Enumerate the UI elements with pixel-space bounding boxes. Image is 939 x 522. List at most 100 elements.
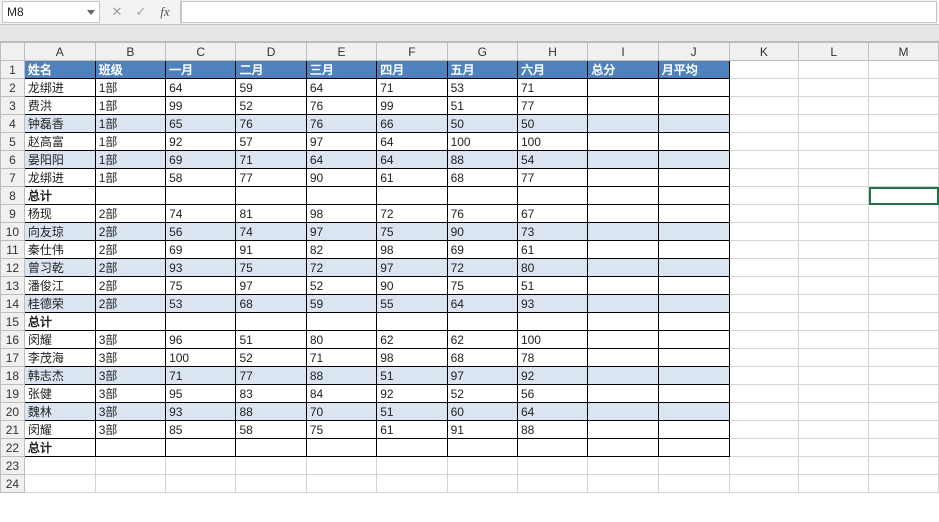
cell-I1[interactable]: 总分 [588, 61, 658, 79]
cell-H14[interactable]: 93 [517, 295, 587, 313]
row-header-17[interactable]: 17 [1, 349, 25, 367]
cell-C1[interactable]: 一月 [166, 61, 236, 79]
row-header-11[interactable]: 11 [1, 241, 25, 259]
cell-D4[interactable]: 76 [236, 115, 306, 133]
cell-I15[interactable] [588, 313, 658, 331]
cell-M21[interactable] [869, 421, 939, 439]
cell-J1[interactable]: 月平均 [658, 61, 729, 79]
cell-C20[interactable]: 93 [166, 403, 236, 421]
cell-K12[interactable] [729, 259, 799, 277]
cell-B20[interactable]: 3部 [95, 403, 165, 421]
cell-E11[interactable]: 82 [306, 241, 376, 259]
cell-G16[interactable]: 62 [447, 331, 517, 349]
cell-M12[interactable] [869, 259, 939, 277]
cell-C21[interactable]: 85 [166, 421, 236, 439]
cell-G14[interactable]: 64 [447, 295, 517, 313]
cell-F18[interactable]: 51 [377, 367, 447, 385]
cell-A10[interactable]: 向友琼 [24, 223, 95, 241]
cell-I9[interactable] [588, 205, 658, 223]
cell-G19[interactable]: 52 [447, 385, 517, 403]
cancel-button[interactable]: ✕ [106, 2, 128, 22]
cell-C6[interactable]: 69 [166, 151, 236, 169]
cell-H21[interactable]: 88 [517, 421, 587, 439]
cell-I14[interactable] [588, 295, 658, 313]
cell-I11[interactable] [588, 241, 658, 259]
cell-D12[interactable]: 75 [236, 259, 306, 277]
cell-D9[interactable]: 81 [236, 205, 306, 223]
cell-J10[interactable] [658, 223, 729, 241]
cell-A20[interactable]: 魏林 [24, 403, 95, 421]
cell-B6[interactable]: 1部 [95, 151, 165, 169]
cell-C11[interactable]: 69 [166, 241, 236, 259]
cell-C16[interactable]: 96 [166, 331, 236, 349]
cell-H5[interactable]: 100 [517, 133, 587, 151]
row-header-10[interactable]: 10 [1, 223, 25, 241]
row-header-4[interactable]: 4 [1, 115, 25, 133]
cell-D15[interactable] [236, 313, 306, 331]
cell-B9[interactable]: 2部 [95, 205, 165, 223]
cell-A22[interactable]: 总计 [24, 439, 95, 457]
column-header-B[interactable]: B [95, 43, 165, 61]
cell-B10[interactable]: 2部 [95, 223, 165, 241]
cell-J9[interactable] [658, 205, 729, 223]
cell-H13[interactable]: 51 [517, 277, 587, 295]
cell-B11[interactable]: 2部 [95, 241, 165, 259]
cell-G3[interactable]: 51 [447, 97, 517, 115]
cell-A16[interactable]: 闵耀 [24, 331, 95, 349]
cell-M16[interactable] [869, 331, 939, 349]
cell-M8[interactable] [869, 187, 939, 205]
cell-A6[interactable]: 晏阳阳 [24, 151, 95, 169]
row-header-7[interactable]: 7 [1, 169, 25, 187]
cell-G8[interactable] [447, 187, 517, 205]
cell-I17[interactable] [588, 349, 658, 367]
row-header-21[interactable]: 21 [1, 421, 25, 439]
cell-M17[interactable] [869, 349, 939, 367]
cell-A9[interactable]: 杨现 [24, 205, 95, 223]
column-header-A[interactable]: A [24, 43, 95, 61]
cell-M6[interactable] [869, 151, 939, 169]
cell-M5[interactable] [869, 133, 939, 151]
column-header-H[interactable]: H [517, 43, 587, 61]
cell-F1[interactable]: 四月 [377, 61, 447, 79]
cell-L13[interactable] [799, 277, 869, 295]
cell-L6[interactable] [799, 151, 869, 169]
name-box[interactable]: M8 [2, 1, 100, 23]
cell-F2[interactable]: 71 [377, 79, 447, 97]
cell-C8[interactable] [166, 187, 236, 205]
cell-D7[interactable]: 77 [236, 169, 306, 187]
cell-B4[interactable]: 1部 [95, 115, 165, 133]
cell-H1[interactable]: 六月 [517, 61, 587, 79]
cell-K1[interactable] [729, 61, 799, 79]
row-header-5[interactable]: 5 [1, 133, 25, 151]
cell-D16[interactable]: 51 [236, 331, 306, 349]
cell-B19[interactable]: 3部 [95, 385, 165, 403]
cell-H24[interactable] [517, 475, 587, 493]
cell-L2[interactable] [799, 79, 869, 97]
cell-F6[interactable]: 64 [377, 151, 447, 169]
cell-L23[interactable] [799, 457, 869, 475]
cell-J7[interactable] [658, 169, 729, 187]
cell-G22[interactable] [447, 439, 517, 457]
cell-B2[interactable]: 1部 [95, 79, 165, 97]
cell-A19[interactable]: 张健 [24, 385, 95, 403]
cell-E7[interactable]: 90 [306, 169, 376, 187]
cell-H8[interactable] [517, 187, 587, 205]
column-header-D[interactable]: D [236, 43, 306, 61]
cell-H10[interactable]: 73 [517, 223, 587, 241]
row-header-24[interactable]: 24 [1, 475, 25, 493]
cell-H12[interactable]: 80 [517, 259, 587, 277]
cell-F11[interactable]: 98 [377, 241, 447, 259]
cell-C3[interactable]: 99 [166, 97, 236, 115]
cell-A11[interactable]: 秦仕伟 [24, 241, 95, 259]
cell-F5[interactable]: 64 [377, 133, 447, 151]
cell-L18[interactable] [799, 367, 869, 385]
cell-A23[interactable] [24, 457, 95, 475]
cell-M24[interactable] [869, 475, 939, 493]
cell-H17[interactable]: 78 [517, 349, 587, 367]
cell-G15[interactable] [447, 313, 517, 331]
cell-H4[interactable]: 50 [517, 115, 587, 133]
cell-B13[interactable]: 2部 [95, 277, 165, 295]
cell-J2[interactable] [658, 79, 729, 97]
cell-K19[interactable] [729, 385, 799, 403]
cell-A17[interactable]: 李茂海 [24, 349, 95, 367]
